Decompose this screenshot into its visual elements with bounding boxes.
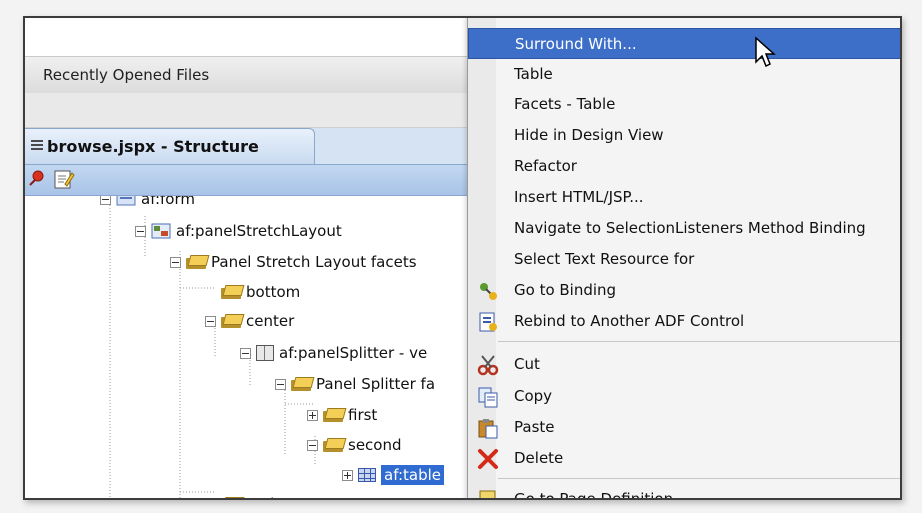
table-icon bbox=[358, 468, 376, 482]
tree-node-label: af:form bbox=[141, 196, 195, 208]
folder-icon bbox=[323, 438, 343, 452]
menu-item-surround-with[interactable]: Surround With... bbox=[468, 28, 900, 59]
menu-item-label: Refactor bbox=[514, 157, 577, 175]
copy-icon bbox=[477, 386, 499, 408]
tree-node-label: af:panelStretchLayout bbox=[176, 222, 342, 240]
menu-item-copy[interactable]: Copy bbox=[468, 381, 900, 412]
tree-node-bottom[interactable]: bottom bbox=[221, 281, 300, 303]
menu-item-label: Paste bbox=[514, 418, 555, 436]
menu-item-select-text-resource[interactable]: Select Text Resource for bbox=[468, 244, 900, 275]
recent-files-label: Recently Opened Files bbox=[43, 66, 210, 84]
screenshot-frame: Recently Opened Files browse.jspx - Stru… bbox=[23, 16, 902, 500]
tree-node-label: af:panelSplitter - ve bbox=[279, 344, 428, 362]
menu-item-navigate-selection-listeners[interactable]: Navigate to SelectionListeners Method Bi… bbox=[468, 213, 900, 244]
collapse-toggle[interactable] bbox=[275, 378, 286, 390]
menu-item-table[interactable]: Table bbox=[468, 59, 900, 90]
component-icon bbox=[151, 223, 171, 239]
expand-toggle[interactable] bbox=[307, 409, 318, 421]
folder-icon bbox=[186, 255, 206, 269]
menu-item-label: Rebind to Another ADF Control bbox=[514, 312, 745, 330]
structure-tab-title: browse.jspx - Structure bbox=[47, 137, 259, 156]
menu-item-label: Go to Page Definition bbox=[514, 490, 674, 500]
tree-node-stretch-facets[interactable]: Panel Stretch Layout facets bbox=[170, 251, 417, 273]
paste-icon bbox=[477, 417, 499, 439]
scissors-icon bbox=[477, 354, 499, 376]
menu-item-hide-in-design-view[interactable]: Hide in Design View bbox=[468, 120, 900, 151]
recent-files-bar[interactable]: Recently Opened Files bbox=[25, 56, 485, 94]
structure-toolbar bbox=[25, 165, 485, 196]
folder-icon bbox=[221, 314, 241, 328]
collapse-toggle[interactable] bbox=[100, 196, 111, 205]
tree-node-end[interactable]: end bbox=[221, 493, 274, 498]
tree-node-label: end bbox=[246, 495, 274, 498]
tree-node-label: first bbox=[348, 406, 378, 424]
expand-toggle[interactable] bbox=[342, 469, 353, 481]
structure-tab[interactable]: browse.jspx - Structure bbox=[25, 128, 315, 164]
folder-icon bbox=[221, 497, 241, 498]
folder-icon bbox=[291, 377, 311, 391]
menu-item-refactor[interactable]: Refactor bbox=[468, 151, 900, 182]
tree-node-af-table[interactable]: af:table bbox=[342, 464, 444, 486]
menu-item-label: Navigate to SelectionListeners Method Bi… bbox=[514, 219, 866, 237]
rebind-icon bbox=[477, 311, 499, 333]
tree-node-splitter-facets[interactable]: Panel Splitter fa bbox=[275, 373, 435, 395]
menu-item-label: Go to Binding bbox=[514, 281, 617, 299]
collapse-toggle[interactable] bbox=[205, 315, 216, 327]
menu-item-label: Copy bbox=[514, 387, 553, 405]
tree-node-panel-splitter[interactable]: af:panelSplitter - ve bbox=[240, 342, 427, 364]
menu-item-label: Select Text Resource for bbox=[514, 250, 695, 268]
menu-item-go-to-binding[interactable]: Go to Binding bbox=[468, 275, 900, 306]
menu-item-label: Cut bbox=[514, 355, 540, 373]
collapse-toggle[interactable] bbox=[240, 347, 251, 359]
tree-node-first[interactable]: first bbox=[307, 404, 377, 426]
menu-item-go-to-page-definition[interactable]: Go to Page Definition bbox=[468, 484, 900, 500]
tree-node-form[interactable]: af:form bbox=[100, 196, 195, 210]
structure-tabbar: browse.jspx - Structure bbox=[25, 128, 485, 165]
menu-item-label: Insert HTML/JSP... bbox=[514, 188, 644, 206]
folder-icon bbox=[323, 408, 343, 422]
menu-item-cut[interactable]: Cut bbox=[468, 349, 900, 380]
collapse-toggle[interactable] bbox=[135, 225, 146, 237]
tree-node-second[interactable]: second bbox=[307, 434, 402, 456]
mouse-cursor-icon bbox=[754, 36, 778, 72]
panel-divider bbox=[25, 93, 485, 128]
context-menu: Surround With... Table Facets - Table Hi… bbox=[467, 18, 900, 500]
splitter-icon bbox=[256, 345, 274, 361]
tree-node-label: Panel Stretch Layout facets bbox=[211, 253, 417, 271]
tree-node-label: second bbox=[348, 436, 402, 454]
folder-icon bbox=[221, 285, 241, 299]
tree-node-label: Panel Splitter fa bbox=[316, 375, 436, 393]
collapse-toggle[interactable] bbox=[307, 439, 318, 451]
page-def-icon bbox=[477, 489, 499, 498]
menu-item-rebind[interactable]: Rebind to Another ADF Control bbox=[468, 306, 900, 337]
menu-item-label: Facets - Table bbox=[514, 95, 616, 113]
structure-list-icon bbox=[31, 140, 43, 153]
menu-item-insert-html-jsp[interactable]: Insert HTML/JSP... bbox=[468, 182, 900, 213]
menu-item-label: Table bbox=[514, 65, 553, 83]
menu-separator bbox=[498, 341, 900, 342]
tree-node-label-selected: af:table bbox=[381, 465, 444, 485]
menu-item-facets-table[interactable]: Facets - Table bbox=[468, 89, 900, 120]
structure-tree: af:form af:panelStretchLayout Panel Stre… bbox=[25, 196, 485, 498]
menu-separator bbox=[498, 478, 900, 479]
edit-properties-icon[interactable] bbox=[53, 168, 75, 190]
collapse-toggle[interactable] bbox=[170, 256, 181, 268]
delete-icon bbox=[477, 448, 499, 470]
tree-node-label: center bbox=[246, 312, 295, 330]
menu-item-label: Hide in Design View bbox=[514, 126, 664, 144]
tree-node-label: bottom bbox=[246, 283, 301, 301]
tree-node-center[interactable]: center bbox=[205, 310, 294, 332]
menu-item-delete[interactable]: Delete bbox=[468, 443, 900, 474]
pin-icon[interactable] bbox=[27, 169, 45, 189]
form-icon bbox=[116, 196, 136, 207]
menu-item-paste[interactable]: Paste bbox=[468, 412, 900, 443]
tree-node-panel-stretch-layout[interactable]: af:panelStretchLayout bbox=[135, 220, 342, 242]
menu-item-label: Delete bbox=[514, 449, 564, 467]
binding-icon bbox=[477, 280, 499, 302]
menu-item-label: Surround With... bbox=[515, 35, 637, 53]
